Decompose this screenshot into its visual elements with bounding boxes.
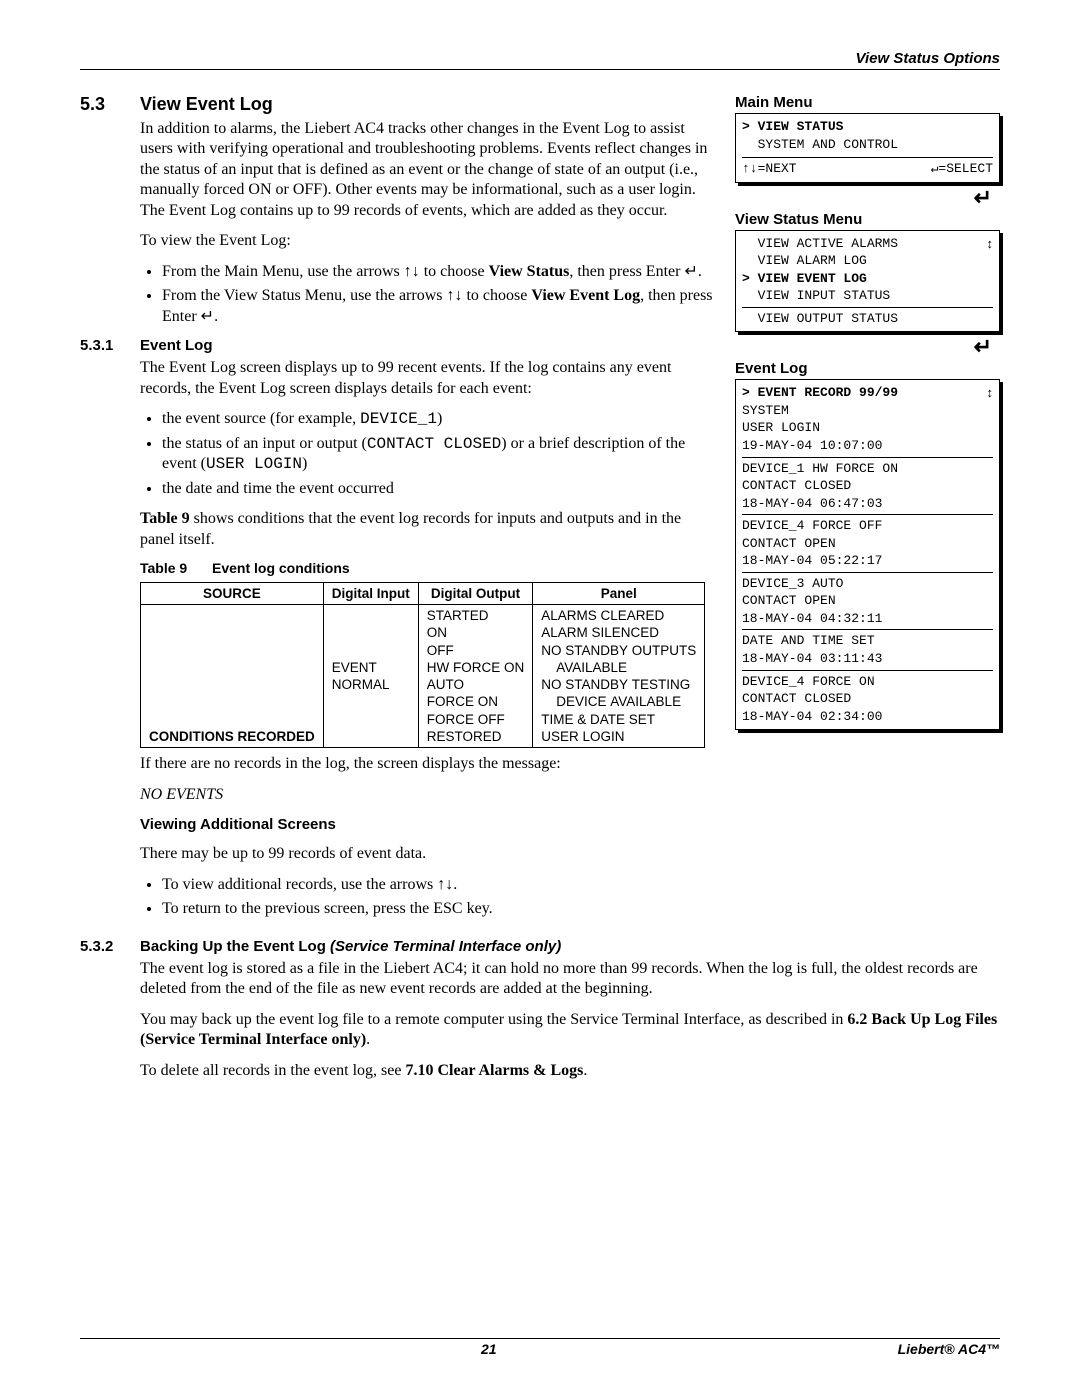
sec532-p3: To delete all records in the event log, … bbox=[140, 1061, 1000, 1081]
sec53-toview: To view the Event Log: bbox=[140, 231, 717, 251]
lcd-main-sys-ctrl: SYSTEM AND CONTROL bbox=[742, 136, 993, 154]
updown-icon: ↕ bbox=[987, 235, 994, 253]
sec531-intro: The Event Log screen displays up to 99 r… bbox=[140, 358, 717, 399]
sec531-norecords: If there are no records in the log, the … bbox=[140, 754, 717, 774]
lcd-main-title: Main Menu bbox=[735, 94, 1000, 111]
table9-th-panel: Panel bbox=[533, 582, 705, 604]
no-events-msg: NO EVENTS bbox=[140, 785, 717, 805]
table9-th-di: Digital Input bbox=[323, 582, 418, 604]
enter-icon: ↵ bbox=[735, 187, 1000, 209]
lcd-el-title: Event Log bbox=[735, 360, 1000, 377]
section-number-5-3-1: 5.3.1 bbox=[80, 337, 126, 354]
viewing-additional-title: Viewing Additional Screens bbox=[140, 815, 717, 834]
table9: SOURCE Digital Input Digital Output Pane… bbox=[140, 582, 705, 748]
sec532-p2: You may back up the event log file to a … bbox=[140, 1010, 1000, 1051]
vas-li1: To view additional records, use the arro… bbox=[162, 875, 717, 895]
sec531-li2: the status of an input or output (CONTAC… bbox=[162, 434, 717, 475]
table9-r1c1: CONDITIONS RECORDED bbox=[141, 605, 324, 748]
sec532-p1: The event log is stored as a file in the… bbox=[140, 959, 1000, 1000]
table9-th-do: Digital Output bbox=[418, 582, 533, 604]
sec53-step-1: From the Main Menu, use the arrows ↑↓ to… bbox=[162, 262, 717, 282]
table9-r1c4: ALARMS CLEAREDALARM SILENCEDNO STANDBY O… bbox=[533, 605, 705, 748]
lcd-main-foot-select: ↵=SELECT bbox=[931, 160, 993, 178]
vas-li2: To return to the previous screen, press … bbox=[162, 899, 717, 919]
product-footer: Liebert® AC4™ bbox=[898, 1341, 1000, 1357]
table9-r1c3: STARTEDONOFFHW FORCE ONAUTOFORCE ONFORCE… bbox=[418, 605, 533, 748]
lcd-main-menu: > VIEW STATUS SYSTEM AND CONTROL ↑↓=NEXT… bbox=[735, 113, 1000, 183]
updown-icon: ↕ bbox=[987, 384, 994, 402]
section-number-5-3-2: 5.3.2 bbox=[80, 938, 126, 955]
section-title-5-3-2: Backing Up the Event Log (Service Termin… bbox=[140, 938, 561, 955]
table9-th-source: SOURCE bbox=[141, 582, 324, 604]
section-number-5-3: 5.3 bbox=[80, 94, 126, 115]
sec53-step-2: From the View Status Menu, use the arrow… bbox=[162, 286, 717, 327]
lcd-main-foot-next: ↑↓=NEXT bbox=[742, 160, 797, 178]
lcd-vs-input-status: VIEW INPUT STATUS bbox=[742, 287, 993, 305]
lcd-vs-alarm-log: VIEW ALARM LOG bbox=[742, 252, 993, 270]
lcd-vs-active-alarms: VIEW ACTIVE ALARMS bbox=[742, 235, 993, 253]
lcd-el-record-header: > EVENT RECORD 99/99 bbox=[742, 384, 993, 402]
lcd-vs-event-log: > VIEW EVENT LOG bbox=[742, 270, 993, 288]
section-title-5-3: View Event Log bbox=[140, 94, 273, 115]
lcd-event-log: ↕ > EVENT RECORD 99/99 SYSTEM USER LOGIN… bbox=[735, 379, 1000, 730]
enter-icon: ↵ bbox=[735, 336, 1000, 358]
table9-r1c2: EVENTNORMAL bbox=[323, 605, 418, 748]
lcd-view-status-menu: ↕ VIEW ACTIVE ALARMS VIEW ALARM LOG > VI… bbox=[735, 230, 1000, 333]
lcd-vs-output-status: VIEW OUTPUT STATUS bbox=[742, 310, 993, 328]
vas-intro: There may be up to 99 records of event d… bbox=[140, 844, 717, 864]
table9-caption: Table 9Event log conditions bbox=[140, 560, 717, 578]
sec531-li1: the event source (for example, DEVICE_1) bbox=[162, 409, 717, 429]
sec531-tableref: Table 9 shows conditions that the event … bbox=[140, 509, 717, 550]
section-title-5-3-1: Event Log bbox=[140, 337, 213, 354]
sec53-intro: In addition to alarms, the Liebert AC4 t… bbox=[140, 119, 717, 221]
lcd-main-view-status: > VIEW STATUS bbox=[742, 118, 993, 136]
page-number: 21 bbox=[481, 1341, 497, 1357]
page-header-section: View Status Options bbox=[80, 50, 1000, 70]
lcd-vs-title: View Status Menu bbox=[735, 211, 1000, 228]
sec531-li3: the date and time the event occurred bbox=[162, 479, 717, 499]
